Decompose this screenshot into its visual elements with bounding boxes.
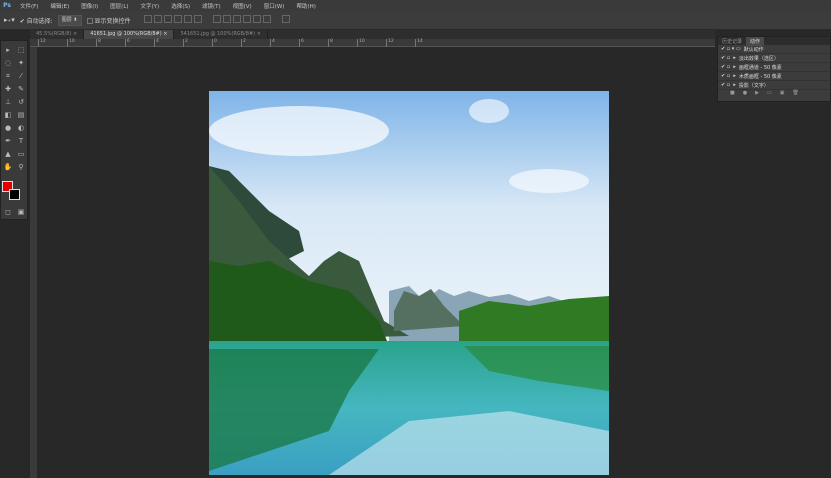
new-set-icon[interactable]: ▭ <box>767 90 772 99</box>
close-icon[interactable]: × <box>257 31 261 37</box>
tools-panel: ▸ ⬚ ◌ ✦ ⌗ ⁄ ✚ ✎ ⊥ ↺ ◧ ▤ ● ◐ ✒ T ▲ ▭ ✋ ⚲ … <box>0 40 28 220</box>
magic-wand-icon[interactable]: ✦ <box>16 58 26 68</box>
menu-image[interactable]: 图像(I) <box>75 2 104 10</box>
new-action-icon[interactable]: ▣ <box>780 90 785 99</box>
tab-doc-1[interactable]: 45.5%(RGB/8) × <box>30 30 85 39</box>
pen-tool-icon[interactable]: ✒ <box>3 136 13 146</box>
history-brush-icon[interactable]: ↺ <box>16 97 26 107</box>
action-label: 淡出效果（选区） <box>738 55 779 62</box>
actions-panel: 历史记录 动作 ✔ ▫ ▾ ▭ 默认动作 ✔ ▫ ▸ 淡出效果（选区） ✔ ▫ ▸… <box>717 36 831 102</box>
shape-tool-icon[interactable]: ▭ <box>16 149 26 159</box>
crop-tool-icon[interactable]: ⌗ <box>3 71 13 81</box>
ruler-tick: 10 <box>67 39 75 47</box>
action-row[interactable]: ✔ ▫ ▸ 画框通道 - 50 像素 <box>718 63 830 72</box>
clone-stamp-icon[interactable]: ⊥ <box>3 97 13 107</box>
tab-doc-3[interactable]: 541651.jpg @ 100%(RGB/8#) × <box>174 30 268 39</box>
document-tabs: 45.5%(RGB/8) × 41651.jpg @ 100%(RGB/8#) … <box>30 30 715 39</box>
marquee-tool-icon[interactable]: ⬚ <box>16 45 26 55</box>
action-label: 木质画框 - 50 像素 <box>738 73 782 80</box>
brush-tool-icon[interactable]: ✎ <box>16 84 26 94</box>
move-tool-icon[interactable]: ▸₊▾ <box>4 16 15 24</box>
eyedropper-icon[interactable]: ⁄ <box>16 71 26 81</box>
hand-tool-icon[interactable]: ✋ <box>3 162 13 172</box>
layer-select-value: 图层 <box>61 16 72 23</box>
action-set-row[interactable]: ✔ ▫ ▾ ▭ 默认动作 <box>718 45 830 54</box>
menu-layer[interactable]: 图层(L) <box>104 2 134 10</box>
eraser-icon[interactable]: ◧ <box>3 110 13 120</box>
action-row[interactable]: ✔ ▫ ▸ 木质画框 - 50 像素 <box>718 72 830 81</box>
menu-view[interactable]: 视图(V) <box>227 2 258 10</box>
menu-type[interactable]: 文字(Y) <box>135 2 166 10</box>
action-row[interactable]: ✔ ▫ ▸ 投影（文字） <box>718 81 830 90</box>
ruler-tick: 2 <box>183 39 188 47</box>
ruler-tick: 4 <box>270 39 275 47</box>
menu-filter[interactable]: 滤镜(T) <box>196 2 227 10</box>
quick-mask-icon[interactable]: ◻ <box>3 207 13 217</box>
show-transform-label: 显示变换控件 <box>94 17 131 25</box>
vertical-ruler <box>30 47 37 478</box>
action-row[interactable]: ✔ ▫ ▸ 淡出效果（选区） <box>718 54 830 63</box>
action-label: 默认动作 <box>743 46 764 53</box>
layer-select-dropdown[interactable]: 图层 ⬍ <box>57 14 82 26</box>
ruler-tick: 12 <box>38 39 46 47</box>
type-tool-icon[interactable]: T <box>16 136 26 146</box>
ruler-tick: 6 <box>299 39 304 47</box>
healing-brush-icon[interactable]: ✚ <box>3 84 13 94</box>
record-icon[interactable]: ● <box>743 90 747 99</box>
move-tool-icon[interactable]: ▸ <box>3 45 13 55</box>
app-logo: Ps <box>3 2 11 9</box>
horizontal-ruler: 12 10 8 6 4 2 0 2 4 6 8 10 12 14 <box>30 39 715 47</box>
close-icon[interactable]: × <box>73 31 77 37</box>
dodge-icon[interactable]: ◐ <box>16 123 26 133</box>
menu-window[interactable]: 窗口(W) <box>258 2 291 10</box>
align-buttons[interactable] <box>143 15 204 25</box>
background-color-swatch[interactable] <box>9 189 20 200</box>
auto-select-checkbox[interactable]: ✔ 自动选择: <box>20 16 53 25</box>
zoom-tool-icon[interactable]: ⚲ <box>16 162 26 172</box>
tab-label: 45.5%(RGB/8) <box>36 31 72 37</box>
ruler-tick: 4 <box>154 39 159 47</box>
ruler-tick: 8 <box>96 39 101 47</box>
ruler-tick: 12 <box>386 39 394 47</box>
ruler-tick: 0 <box>212 39 217 47</box>
action-label: 投影（文字） <box>738 82 769 89</box>
path-select-icon[interactable]: ▲ <box>3 149 13 159</box>
ruler-tick: 10 <box>357 39 365 47</box>
tab-label: 41651.jpg @ 100%(RGB/8#) <box>90 31 162 37</box>
play-icon[interactable]: ▶ <box>755 90 759 99</box>
tab-history[interactable]: 历史记录 <box>718 37 746 46</box>
gradient-icon[interactable]: ▤ <box>16 110 26 120</box>
auto-select-label: 自动选择: <box>26 17 53 25</box>
action-label: 画框通道 - 50 像素 <box>738 64 782 71</box>
tab-label: 541651.jpg @ 100%(RGB/8#) <box>180 31 256 37</box>
blur-icon[interactable]: ● <box>3 123 13 133</box>
screen-mode-icon[interactable]: ▣ <box>16 207 26 217</box>
actions-footer: ■ ● ▶ ▭ ▣ 🗑 <box>718 90 830 99</box>
options-bar: ▸₊▾ ✔ 自动选择: 图层 ⬍ 显示变换控件 <box>0 11 831 30</box>
ruler-tick: 14 <box>415 39 423 47</box>
menu-edit[interactable]: 编辑(E) <box>44 2 75 10</box>
ruler-tick: 8 <box>328 39 333 47</box>
show-transform-checkbox[interactable]: 显示变换控件 <box>86 16 131 25</box>
auto-align-button[interactable] <box>281 15 292 25</box>
menu-file[interactable]: 文件(F) <box>14 2 44 10</box>
delete-icon[interactable]: 🗑 <box>792 90 798 99</box>
menu-select[interactable]: 选择(S) <box>165 2 196 10</box>
tab-doc-2[interactable]: 41651.jpg @ 100%(RGB/8#) × <box>84 30 175 39</box>
distribute-buttons[interactable] <box>212 15 273 25</box>
close-icon[interactable]: × <box>163 31 167 37</box>
lasso-tool-icon[interactable]: ◌ <box>3 58 13 68</box>
menu-bar: Ps 文件(F) 编辑(E) 图像(I) 图层(L) 文字(Y) 选择(S) 滤… <box>0 0 831 11</box>
document-canvas-image[interactable] <box>209 91 609 475</box>
ruler-tick: 6 <box>125 39 130 47</box>
stop-icon[interactable]: ■ <box>730 90 735 99</box>
ruler-tick: 2 <box>241 39 246 47</box>
menu-help[interactable]: 帮助(H) <box>290 2 321 10</box>
